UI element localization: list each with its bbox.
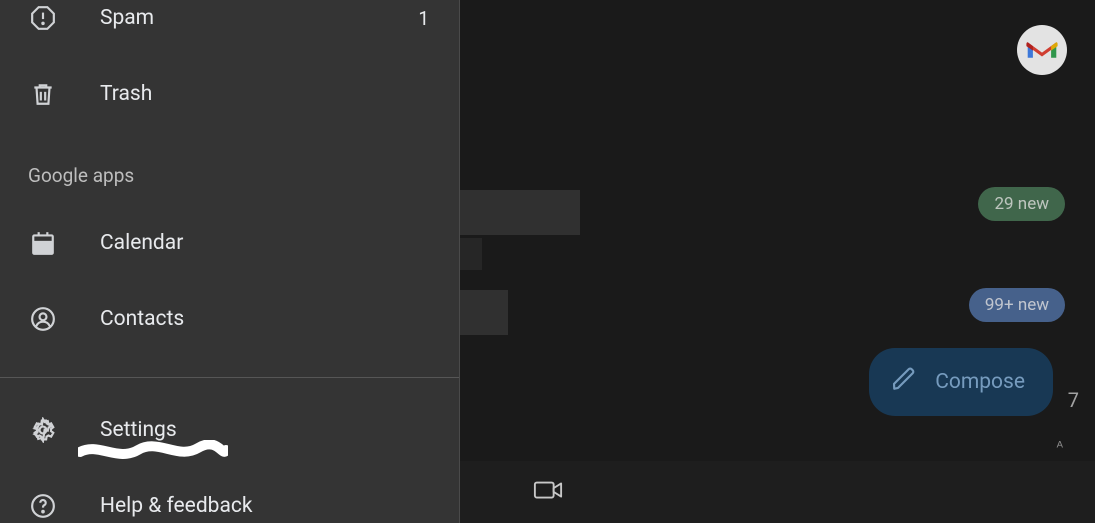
annotation-scribble bbox=[78, 440, 228, 468]
sidebar-item-label: Settings bbox=[100, 418, 177, 442]
sidebar-item-label: Contacts bbox=[100, 307, 184, 331]
app-root: 29 new 99+ new Compose 7 ᴬ Spam 1 bbox=[0, 0, 1095, 523]
spam-icon bbox=[28, 3, 58, 33]
badge-new-green: 29 new bbox=[978, 187, 1065, 221]
contacts-icon bbox=[28, 304, 58, 334]
help-icon bbox=[28, 491, 58, 521]
sidebar-item-label: Trash bbox=[100, 82, 152, 106]
navigation-drawer: Spam 1 Trash Google apps Calendar Contac… bbox=[0, 0, 460, 523]
sidebar-item-calendar[interactable]: Calendar bbox=[0, 215, 459, 271]
trash-icon bbox=[28, 79, 58, 109]
sidebar-item-label: Help & feedback bbox=[100, 494, 253, 518]
sidebar-item-settings[interactable]: Settings bbox=[0, 402, 459, 458]
compose-label: Compose bbox=[935, 370, 1025, 394]
section-header-google-apps: Google apps bbox=[0, 164, 459, 187]
video-icon[interactable] bbox=[533, 478, 563, 506]
gmail-icon bbox=[1025, 37, 1059, 63]
sidebar-item-contacts[interactable]: Contacts bbox=[0, 291, 459, 347]
sidebar-item-help[interactable]: Help & feedback bbox=[0, 478, 459, 523]
sidebar-item-spam[interactable]: Spam 1 bbox=[0, 0, 459, 46]
pencil-icon bbox=[891, 366, 917, 398]
sidebar-item-label: Spam bbox=[100, 6, 154, 30]
sidebar-item-count: 1 bbox=[418, 7, 429, 30]
calendar-icon bbox=[28, 228, 58, 258]
side-count: 7 bbox=[1068, 388, 1079, 412]
compose-button[interactable]: Compose bbox=[869, 348, 1053, 416]
caret-indicator: ᴬ bbox=[1057, 438, 1063, 455]
obscured-block bbox=[450, 190, 580, 235]
sidebar-item-trash[interactable]: Trash bbox=[0, 66, 459, 122]
gear-icon bbox=[28, 415, 58, 445]
divider bbox=[0, 377, 459, 378]
gmail-logo[interactable] bbox=[1017, 25, 1067, 75]
badge-new-blue: 99+ new bbox=[969, 288, 1065, 322]
sidebar-item-label: Calendar bbox=[100, 231, 183, 255]
